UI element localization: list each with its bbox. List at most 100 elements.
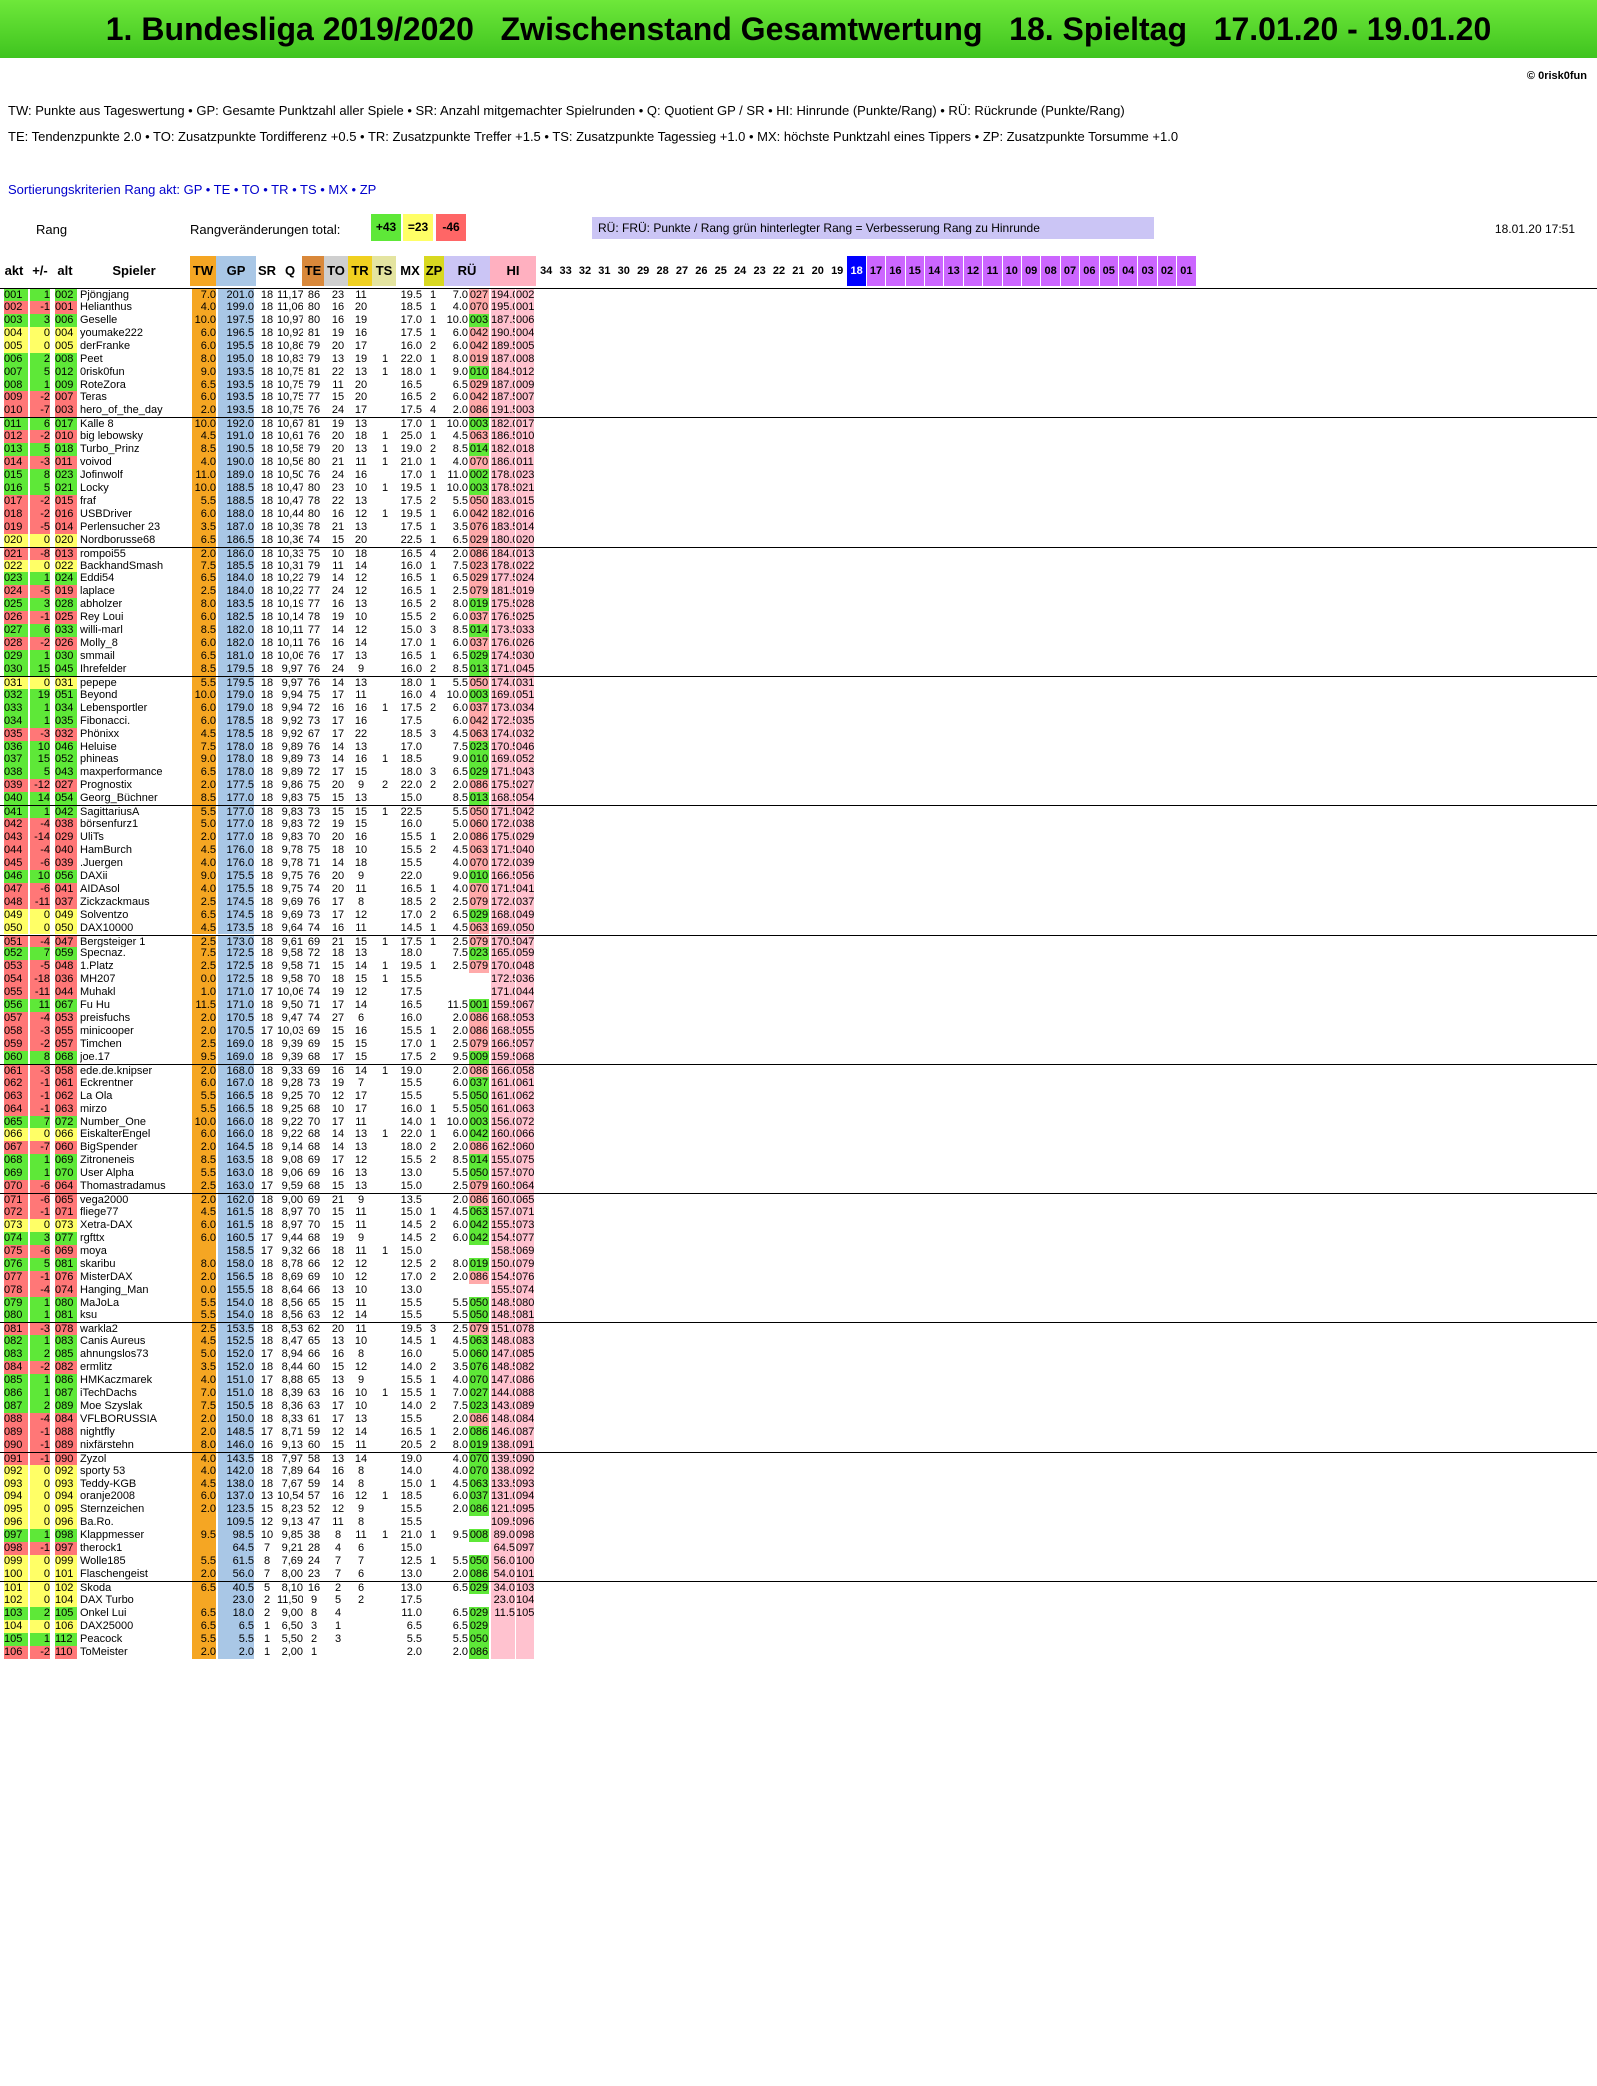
table-row[interactable]: 039 -12 027 Prognostix 2.0 177.5 18 9,86 75 20 9 2 2…: [0, 779, 1597, 793]
table-row[interactable]: 089 -1 088 nightfly 2.0 148.5 17 8,71 59 12 14 16.5…: [0, 1425, 1597, 1439]
table-row[interactable]: 061 -3 058 ede.de.knipser 2.0 168.0 18 9,33 69 16…: [0, 1063, 1597, 1078]
table-row[interactable]: 105 1 112 Peacock 5.5 5.5 1 5,50 2 3 5.5 5.5 050: [0, 1632, 1597, 1646]
table-row[interactable]: 045 -6 039 .Juergen 4.0 176.0 18 9,78 71 14 18 15.5…: [0, 856, 1597, 870]
table-row[interactable]: 046 10 056 DAXii 9.0 175.5 18 9,75 76 20 9 22.0 9.0 0…: [0, 869, 1597, 883]
table-row[interactable]: 026 -1 025 Rey Loui 6.0 182.5 18 10,14 78 19 10 15.…: [0, 611, 1597, 625]
table-row[interactable]: 077 -1 076 MisterDAX 2.0 156.5 18 8,69 69 10 12 17.…: [0, 1270, 1597, 1284]
table-row[interactable]: 100 0 101 Flaschengeist 2.0 56.0 7 8,00 23 7 6 13.0…: [0, 1568, 1597, 1581]
table-row[interactable]: 049 0 049 Solventzo 6.5 174.5 18 9,69 73 17 12 17.0…: [0, 908, 1597, 922]
table-row[interactable]: 076 5 081 skaribu 8.0 158.0 18 8,78 66 12 12 12.5 2 8…: [0, 1257, 1597, 1271]
table-row[interactable]: 011 6 017 Kalle 8 10.0 192.0 18 10,67 81 19 13 17.0…: [0, 417, 1597, 432]
header-ru[interactable]: RÜ: [444, 256, 490, 286]
header-to[interactable]: TO: [324, 256, 348, 286]
table-row[interactable]: 034 1 035 Fibonacci. 6.0 178.5 18 9,92 73 17 16 17.…: [0, 714, 1597, 728]
table-row[interactable]: 084 -2 082 ermlitz 3.5 152.0 18 8,44 60 15 12 14.0 2…: [0, 1361, 1597, 1375]
table-row[interactable]: 091 -1 090 Zyzol 4.0 143.5 18 7,97 58 13 14 19.0 4.0…: [0, 1451, 1597, 1466]
table-row[interactable]: 054 -18 036 MH207 0.0 172.5 18 9,58 70 18 15 1 15.5 1…: [0, 973, 1597, 987]
table-row[interactable]: 057 -4 053 preisfuchs 2.0 170.5 18 9,47 74 27 6 16.…: [0, 1012, 1597, 1025]
table-row[interactable]: 035 -3 032 Phönixx 4.5 178.5 18 9,92 67 17 22 18.5 3…: [0, 727, 1597, 741]
table-row[interactable]: 081 -3 078 warkla2 2.5 153.5 18 8,53 62 20 11 19.5 3…: [0, 1322, 1597, 1337]
table-row[interactable]: 093 0 093 Teddy-KGB 4.5 138.0 18 7,67 59 14 8 15.0 1…: [0, 1477, 1597, 1491]
table-row[interactable]: 095 0 095 Sternzeichen 2.0 123.5 15 8,23 52 12 9 15…: [0, 1503, 1597, 1517]
table-row[interactable]: 069 1 070 User Alpha 5.5 163.0 18 9,06 69 16 13 13.…: [0, 1167, 1597, 1181]
table-row[interactable]: 064 -1 063 mirzo 5.5 166.5 18 9,25 68 10 17 16.0 1 5.…: [0, 1102, 1597, 1116]
table-row[interactable]: 004 0 004 youmake222 6.0 196.5 18 10,92 81 19 16 17…: [0, 326, 1597, 340]
table-row[interactable]: 058 -3 055 minicooper 2.0 170.5 17 10,03 69 15 16 1…: [0, 1025, 1597, 1038]
table-row[interactable]: 071 -6 065 vega2000 2.0 162.0 18 9,00 69 21 9 13.5 2…: [0, 1193, 1597, 1208]
table-row[interactable]: 024 -5 019 laplace 2.5 184.0 18 10,22 77 24 12 16.5…: [0, 585, 1597, 599]
table-row[interactable]: 078 -4 074 Hanging_Man 0.0 155.5 18 8,64 66 13 10 1…: [0, 1283, 1597, 1297]
table-row[interactable]: 059 -2 057 Timchen 2.5 169.0 18 9,39 69 15 15 17.0 1…: [0, 1037, 1597, 1051]
header-player[interactable]: Spieler: [78, 256, 190, 286]
table-row[interactable]: 092 0 092 sporty 53 4.0 142.0 18 7,89 64 16 8 14.0 4…: [0, 1464, 1597, 1478]
table-row[interactable]: 021 -8 013 rompoi55 2.0 186.0 18 10,33 75 10 18 16.…: [0, 546, 1597, 561]
table-row[interactable]: 040 14 054 Georg_Büchner 8.5 177.0 18 9,83 75 15 1…: [0, 792, 1597, 806]
table-row[interactable]: 083 2 085 ahnungslos73 5.0 152.0 17 8,94 66 16 8 16…: [0, 1348, 1597, 1362]
table-row[interactable]: 015 8 023 Jofinwolf 11.0 189.0 18 10,50 76 24 16 17…: [0, 469, 1597, 482]
table-row[interactable]: 073 0 073 Xetra-DAX 6.0 161.5 18 8,97 70 15 11 14.5…: [0, 1218, 1597, 1232]
table-row[interactable]: 088 -4 084 VFLBORUSSIA 2.0 150.0 18 8,33 61 17 13 1…: [0, 1412, 1597, 1426]
table-row[interactable]: 013 5 018 Turbo_Prinz 8.5 190.5 18 10,58 79 20 13 1…: [0, 443, 1597, 457]
table-row[interactable]: 033 1 034 Lebensportler 6.0 179.0 18 9,94 72 16 16…: [0, 701, 1597, 715]
table-row[interactable]: 031 0 031 pepepe 5.5 179.5 18 9,97 76 14 13 18.0 1 5.…: [0, 675, 1597, 690]
table-row[interactable]: 048 -11 037 Zickzackmaus 2.5 174.5 18 9,69 76 17 8…: [0, 895, 1597, 909]
table-row[interactable]: 097 1 098 Klappmesser 9.5 98.5 10 9,85 38 8 11 1 21.…: [0, 1529, 1597, 1543]
table-row[interactable]: 003 3 006 Geselle 10.0 197.5 18 10,97 80 16 19 17.0…: [0, 313, 1597, 327]
header-q[interactable]: Q: [278, 256, 302, 286]
table-row[interactable]: 070 -6 064 Thomastradamus 2.5 163.0 17 9,59 68 15…: [0, 1180, 1597, 1194]
table-row[interactable]: 016 5 021 Locky 10.0 188.5 18 10,47 80 23 10 1 19.5 1…: [0, 481, 1597, 495]
table-row[interactable]: 036 10 046 Heluise 7.5 178.0 18 9,89 76 14 13 17.0 7…: [0, 740, 1597, 754]
table-row[interactable]: 067 -7 060 BigSpender 2.0 164.5 18 9,14 68 14 13 18…: [0, 1141, 1597, 1155]
table-row[interactable]: 037 15 052 phineas 9.0 178.0 18 9,89 73 14 16 1 18.5…: [0, 753, 1597, 767]
table-row[interactable]: 0960096Ba.Ro.109.5129,134711815.5109.509…: [0, 1516, 1597, 1530]
table-row[interactable]: 103 2 105 Onkel Lui 6.5 18.0 2 9,00 8 4 11.0 6.5 029…: [0, 1606, 1597, 1620]
table-row[interactable]: 008 1 009 RoteZora 6.5 193.5 18 10,75 79 11 20 16.5…: [0, 378, 1597, 392]
table-row[interactable]: 010 -7 003 hero_of_the_day 2.0 193.5 18 10,75 76…: [0, 404, 1597, 418]
table-row[interactable]: 104 0 106 DAX25000 6.5 6.5 1 6,50 3 1 6.5 6.5 029: [0, 1619, 1597, 1633]
table-row[interactable]: 028 -2 026 Molly_8 6.0 182.0 18 10,11 76 16 14 17.0…: [0, 637, 1597, 651]
table-row[interactable]: 030 15 045 Ihrefelder 8.5 179.5 18 9,97 76 24 9 16.…: [0, 662, 1597, 676]
table-row[interactable]: 027 6 033 willi-marl 8.5 182.0 18 10,11 77 14 12 15…: [0, 624, 1597, 638]
table-row[interactable]: 072 -1 071 fliege77 4.5 161.5 18 8,97 70 15 11 15.0…: [0, 1206, 1597, 1219]
table-row[interactable]: 074 3 077 rgfttx 6.0 160.5 17 9,44 68 19 9 14.5 2 6.0…: [0, 1231, 1597, 1245]
table-row[interactable]: 044 -4 040 HamBurch 4.5 176.0 18 9,78 75 18 10 15.5…: [0, 843, 1597, 857]
table-row[interactable]: 090 -1 089 nixfärstehn 8.0 146.0 16 9,13 60 15 11 2…: [0, 1438, 1597, 1452]
table-row[interactable]: 017 -2 015 fraf 5.5 188.5 18 10,47 78 22 13 17.5 2 5.…: [0, 494, 1597, 508]
table-row[interactable]: 066 0 066 EiskalterEngel 6.0 166.0 18 9,22 68 14 1…: [0, 1128, 1597, 1142]
table-row[interactable]: 082 1 083 Canis Aureus 4.5 152.5 18 8,47 65 13 10 1…: [0, 1335, 1597, 1349]
table-row[interactable]: 053 -5 048 1.Platz 2.5 172.5 18 9,58 71 15 14 1 19.5…: [0, 960, 1597, 974]
table-row[interactable]: 075-6069moya158.5179,32661811115.0158.50…: [0, 1244, 1597, 1258]
table-row[interactable]: 068 1 069 Zitroneneis 8.5 163.5 18 9,08 69 17 12 15…: [0, 1154, 1597, 1168]
table-row[interactable]: 005 0 005 derFranke 6.0 195.5 18 10,86 79 20 17 16.…: [0, 339, 1597, 353]
header-ts[interactable]: TS: [372, 256, 396, 286]
table-row[interactable]: 014 -3 011 voivod 4.0 190.0 18 10,56 80 21 11 1 21.0…: [0, 456, 1597, 469]
header-zp[interactable]: ZP: [424, 256, 444, 286]
table-row[interactable]: 080 1 081 ksu 5.5 154.0 18 8,56 63 12 14 15.5 5.5 050…: [0, 1309, 1597, 1323]
table-row[interactable]: 106 -2 110 ToMeister 2.0 2.0 1 2,00 1 2.0 2.0 086: [0, 1645, 1597, 1659]
table-row[interactable]: 102 0 104 DAX Turbo 23.0 2 11,50 9 5 2 17.5 23.0 104: [0, 1593, 1597, 1607]
table-row[interactable]: 007 5 012 0risk0fun 9.0 193.5 18 10,75 81 22 13 1 18…: [0, 365, 1597, 379]
header-gp[interactable]: GP: [216, 256, 256, 286]
table-row[interactable]: 063 -1 062 La Ola 5.5 166.5 18 9,25 70 12 17 15.5 5.…: [0, 1089, 1597, 1103]
table-row[interactable]: 065 7 072 Number_One 10.0 166.0 18 9,22 70 17 11 14…: [0, 1115, 1597, 1129]
header-akt[interactable]: akt: [0, 256, 28, 286]
table-row[interactable]: 042 -4 038 börsenfurz1 5.0 177.0 18 9,83 72 19 15 1…: [0, 818, 1597, 832]
table-row[interactable]: 098 -1 097 therock1 64.5 7 9,21 28 4 6 15.0 64.5 097: [0, 1542, 1597, 1556]
header-alt[interactable]: alt: [52, 256, 78, 286]
table-row[interactable]: 055 -11 044 Muhakl 1.0 171.0 17 10,06 74 19 12 17.5…: [0, 986, 1597, 1000]
header-sr[interactable]: SR: [256, 256, 278, 286]
table-row[interactable]: 052 7 059 Specnaz. 7.5 172.5 18 9,58 72 18 13 18.0 7…: [0, 947, 1597, 961]
header-tw[interactable]: TW: [190, 256, 216, 286]
table-row[interactable]: 056 11 067 Fu Hu 11.5 171.0 18 9,50 71 17 14 16.5 11…: [0, 999, 1597, 1013]
table-row[interactable]: 060 8 068 joe.17 9.5 169.0 18 9,39 68 17 15 17.5 2 9.…: [0, 1050, 1597, 1064]
table-row[interactable]: 050 0 050 DAX10000 4.5 173.5 18 9,64 74 16 11 14.5 1…: [0, 921, 1597, 935]
table-row[interactable]: 012 -2 010 big lebowsky 4.5 191.0 18 10,61 76 20 1…: [0, 430, 1597, 444]
table-row[interactable]: 087 2 089 Moe Szyslak 7.5 150.5 18 8,36 63 17 10 14…: [0, 1399, 1597, 1413]
table-row[interactable]: 101 0 102 Skoda 6.5 40.5 5 8,10 16 2 6 13.0 6.5 029 34…: [0, 1581, 1597, 1595]
table-row[interactable]: 022 0 022 BackhandSmash 7.5 185.5 18 10,31 79 11 1…: [0, 559, 1597, 573]
table-row[interactable]: 094 0 094 oranje2008 6.0 137.0 13 10,54 57 16 12 1 1…: [0, 1490, 1597, 1504]
header-tr[interactable]: TR: [348, 256, 372, 286]
table-row[interactable]: 018 -2 016 USBDriver 6.0 188.0 18 10,44 80 16 12 1 1…: [0, 507, 1597, 521]
table-row[interactable]: 099 0 099 Wolle185 5.5 61.5 8 7,69 24 7 7 12.5 1 5.5 0…: [0, 1555, 1597, 1569]
table-row[interactable]: 032 19 051 Beyond 10.0 179.0 18 9,94 75 17 11 16.0 4…: [0, 688, 1597, 702]
